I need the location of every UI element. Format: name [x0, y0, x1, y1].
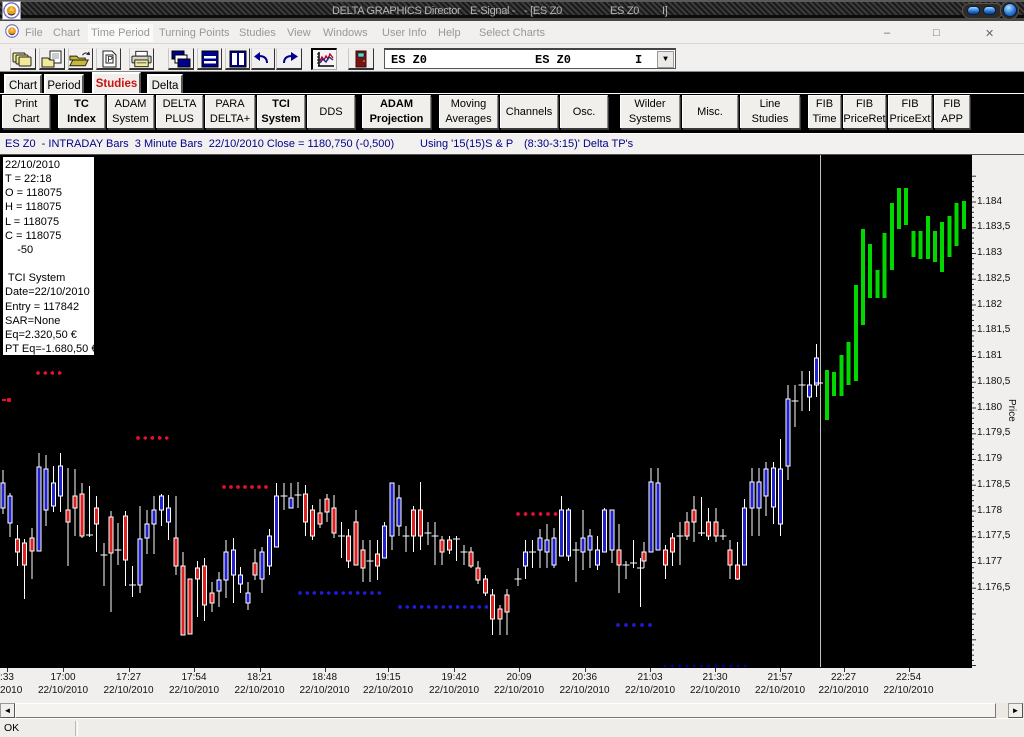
svg-text:P: P — [107, 55, 112, 64]
